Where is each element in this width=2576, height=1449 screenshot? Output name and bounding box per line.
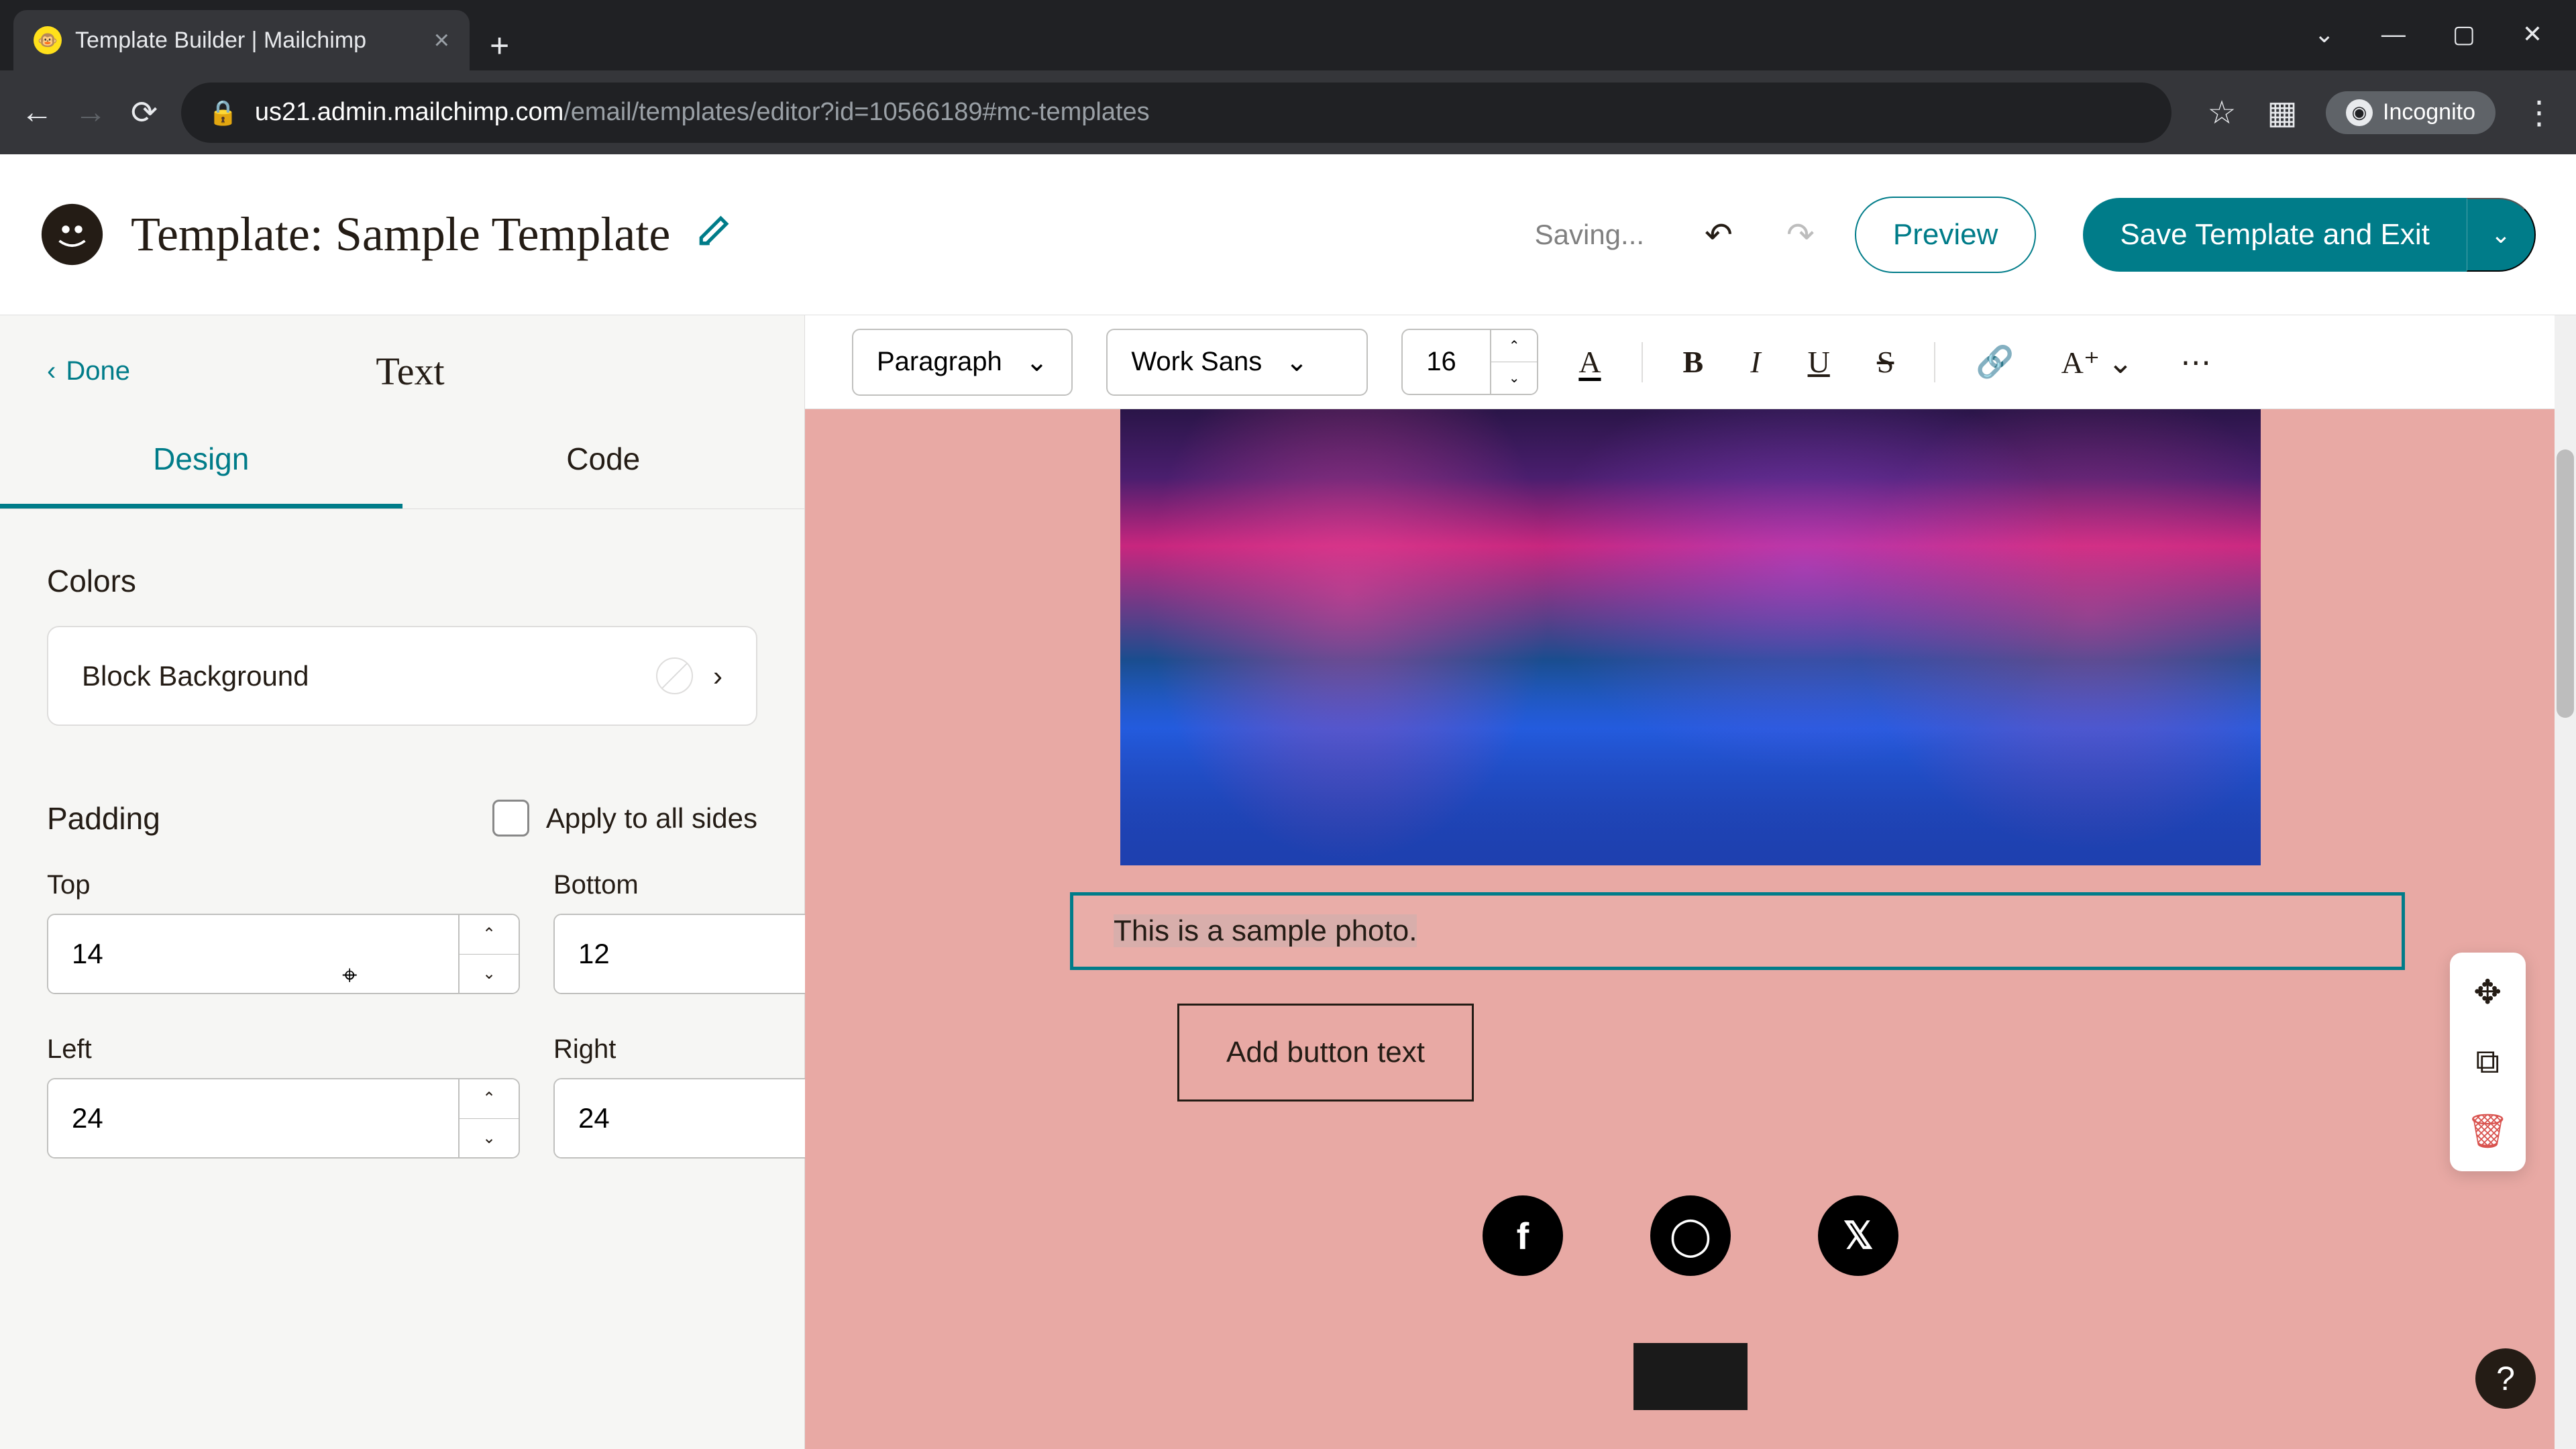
colors-section-title: Colors [47,563,757,599]
italic-button[interactable]: I [1743,337,1767,386]
padding-top-input[interactable] [48,915,458,993]
canvas-scrollbar[interactable] [2555,315,2576,1449]
tab-code[interactable]: Code [402,414,805,508]
window-close-icon[interactable]: ✕ [2522,20,2542,48]
color-swatch-none-icon [656,657,693,694]
browser-tab-strip: 🐵 Template Builder | Mailchimp × + ⌄ — ▢… [0,0,2576,70]
browser-toolbar: ← → ⟳ 🔒 us21.admin.mailchimp.com/email/t… [0,70,2576,154]
mailchimp-logo-icon[interactable] [40,203,104,266]
move-block-button[interactable]: ✥ [2467,973,2509,1012]
save-dropdown-button[interactable]: ⌄ [2467,198,2536,272]
padding-top-label: Top [47,870,520,900]
apply-all-sides-label: Apply to all sides [546,802,757,835]
padding-left-increment[interactable]: ⌃ [460,1079,519,1119]
template-title: Template: Sample Template [131,207,670,262]
padding-left-decrement[interactable]: ⌄ [460,1119,519,1158]
tab-search-icon[interactable]: ⌄ [2314,20,2334,48]
font-size-increment[interactable]: ⌃ [1491,330,1537,362]
forward-button: → [74,94,107,131]
text-toolbar: Paragraph ⌄ Work Sans ⌄ 16 ⌃ ⌄ A B I U S… [805,315,2576,409]
address-bar[interactable]: 🔒 us21.admin.mailchimp.com/email/templat… [181,83,2171,143]
incognito-badge: ◉ Incognito [2326,91,2496,134]
design-sidebar: ‹ Done Text Design Code Colors Block Bac… [0,315,805,1449]
block-background-row[interactable]: Block Background › [47,626,757,726]
app-header: Template: Sample Template Saving... ↶ ↷ … [0,154,2576,315]
sidebar-title: Text [130,349,690,394]
social-icons-row: f ◯ 𝕏 [1070,1195,2311,1276]
done-button[interactable]: ‹ Done [47,356,130,386]
underline-button[interactable]: U [1801,337,1837,386]
tab-close-icon[interactable]: × [434,25,449,56]
sidebar-tabs: Design Code [0,414,804,509]
chevron-down-icon: ⌄ [1026,347,1049,378]
facebook-icon[interactable]: f [1483,1195,1563,1276]
duplicate-block-button[interactable]: ⧉ [2467,1042,2509,1081]
text-color-button[interactable]: A [1572,337,1607,386]
window-minimize-icon[interactable]: — [2381,20,2406,48]
preview-button[interactable]: Preview [1855,197,2037,273]
padding-left-label: Left [47,1034,520,1065]
padding-top-increment[interactable]: ⌃ [460,915,519,955]
text-block-content[interactable]: This is a sample photo. [1114,914,1417,947]
tab-title: Template Builder | Mailchimp [75,28,421,54]
incognito-icon: ◉ [2346,99,2373,126]
redo-button: ↷ [1773,202,1828,268]
bookmark-icon[interactable]: ☆ [2205,94,2239,131]
back-button[interactable]: ← [20,94,54,131]
chevron-left-icon: ‹ [47,356,56,386]
extensions-icon[interactable]: ▦ [2265,94,2299,131]
bold-button[interactable]: B [1676,337,1711,386]
tab-design[interactable]: Design [0,414,402,508]
font-size-value[interactable]: 16 [1403,330,1490,394]
more-toolbar-button[interactable]: ⋯ [2174,337,2218,387]
browser-tab[interactable]: 🐵 Template Builder | Mailchimp × [13,10,470,70]
button-block[interactable]: Add button text [1177,1004,1474,1102]
email-canvas[interactable]: This is a sample photo. Add button text … [805,409,2576,1449]
strikethrough-button[interactable]: S [1870,337,1901,386]
mailchimp-favicon-icon: 🐵 [34,26,62,54]
link-button[interactable]: 🔗 [1969,337,2021,387]
help-button[interactable]: ? [2475,1348,2536,1409]
url-text: us21.admin.mailchimp.com/email/templates… [255,98,1150,127]
scrollbar-thumb[interactable] [2557,449,2574,718]
chevron-right-icon: › [713,660,722,692]
paragraph-style-dropdown[interactable]: Paragraph ⌄ [852,329,1073,396]
delete-block-button[interactable]: 🗑 [2467,1112,2509,1151]
apply-all-sides-checkbox[interactable] [492,800,529,837]
padding-top-decrement[interactable]: ⌄ [460,955,519,994]
lock-icon: 🔒 [208,99,238,127]
new-tab-button[interactable]: + [490,26,509,65]
block-actions-panel: ✥ ⧉ 🗑 [2450,953,2526,1171]
save-template-button[interactable]: Save Template and Exit [2083,198,2466,272]
window-maximize-icon[interactable]: ▢ [2453,20,2475,48]
instagram-icon[interactable]: ◯ [1650,1195,1731,1276]
save-status: Saving... [1535,219,1644,251]
hero-image-block[interactable] [1120,409,2261,865]
text-style-button[interactable]: A⁺ ⌄ [2055,337,2141,387]
font-family-dropdown[interactable]: Work Sans ⌄ [1106,329,1368,396]
footer-logo-block[interactable] [1633,1343,1748,1410]
padding-left-input[interactable] [48,1079,458,1157]
font-size-decrement[interactable]: ⌄ [1491,362,1537,394]
text-block-selected[interactable]: This is a sample photo. [1070,892,2405,970]
block-background-label: Block Background [82,660,636,692]
reload-button[interactable]: ⟳ [127,94,161,131]
browser-menu-icon[interactable]: ⋮ [2522,94,2556,131]
x-twitter-icon[interactable]: 𝕏 [1818,1195,1898,1276]
canvas-area: Paragraph ⌄ Work Sans ⌄ 16 ⌃ ⌄ A B I U S… [805,315,2576,1449]
undo-button[interactable]: ↶ [1691,202,1746,268]
font-size-stepper[interactable]: 16 ⌃ ⌄ [1401,329,1538,395]
padding-section-title: Padding [47,800,160,837]
edit-title-button[interactable] [697,214,731,256]
chevron-down-icon: ⌄ [1285,347,1308,378]
